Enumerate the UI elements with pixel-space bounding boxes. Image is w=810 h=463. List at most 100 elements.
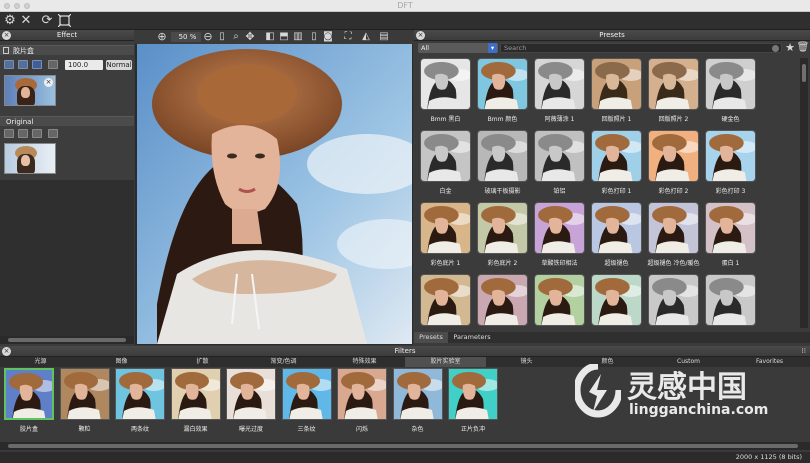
mask-icon[interactable] xyxy=(4,60,14,69)
export-icon[interactable]: ▤ xyxy=(377,30,391,44)
presets-scrollbar[interactable] xyxy=(800,58,808,328)
copy-icon[interactable] xyxy=(48,60,58,69)
layer-name-bar[interactable]: 胶片盒 xyxy=(0,45,134,55)
preset-item[interactable]: 彩色打印 3 xyxy=(703,130,758,200)
preset-item[interactable]: Bmm 黑白 xyxy=(418,58,473,128)
filter-category-tab[interactable]: 胶片实验室 xyxy=(405,357,486,367)
preset-item[interactable]: 硬金色 xyxy=(703,58,758,128)
preset-item[interactable]: 回版照片 2 xyxy=(646,58,701,128)
preset-item[interactable]: 超级褪色 冷色/暖色 xyxy=(646,202,701,272)
lightning-icon[interactable] xyxy=(32,60,42,69)
filter-category-tab[interactable]: 图像 xyxy=(81,357,162,367)
search-icon[interactable]: ⌕ xyxy=(229,30,243,44)
preset-thumbnail xyxy=(705,202,756,254)
preset-label: 彩色底片 1 xyxy=(430,260,461,267)
gear-icon[interactable]: ⚙ xyxy=(3,14,17,28)
pan-icon[interactable]: ✥ xyxy=(243,30,257,44)
preset-item[interactable]: 彩色底片 2 xyxy=(475,202,530,272)
zoom-field[interactable]: 50 % xyxy=(171,32,201,42)
monitor-icon xyxy=(18,129,28,138)
filter-item[interactable]: 三条纹 xyxy=(280,368,334,434)
preset-item[interactable]: Bmm 颜色 xyxy=(475,58,530,128)
filter-item[interactable]: 两条纹 xyxy=(113,368,167,434)
histogram-icon[interactable]: ◭ xyxy=(359,30,373,44)
star-icon[interactable]: ★ xyxy=(783,41,797,55)
preset-label: 阿薇薄涂 1 xyxy=(544,116,575,123)
preset-label: 超级褪色 冷色/暖色 xyxy=(647,260,700,267)
preset-item[interactable] xyxy=(646,274,701,328)
filter-label: 曝光过度 xyxy=(238,426,263,433)
original-thumbnail[interactable] xyxy=(4,143,56,174)
trash-icon[interactable]: 🗑 xyxy=(796,41,810,55)
filter-category-tab[interactable]: 镜头 xyxy=(486,357,567,367)
preset-item[interactable]: 彩色打印 2 xyxy=(646,130,701,200)
camera-icon[interactable]: ◙ xyxy=(321,30,335,44)
remove-layer-icon[interactable]: × xyxy=(44,78,53,87)
zoom-out-icon[interactable]: ⊖ xyxy=(201,30,215,44)
preset-item[interactable]: 回版照片 1 xyxy=(589,58,644,128)
tab-presets[interactable]: Presets xyxy=(414,332,448,343)
layer-thumbnail[interactable]: × xyxy=(4,75,56,106)
split-horizontal-icon[interactable]: ⬒ xyxy=(277,30,291,44)
filters-scrollbar[interactable] xyxy=(0,442,810,450)
filter-category-tab[interactable]: 扩散 xyxy=(162,357,243,367)
grid-view-icon[interactable]: ⁞⁞ xyxy=(802,346,806,357)
preset-item[interactable]: 白金 xyxy=(418,130,473,200)
close-icon[interactable]: × xyxy=(416,31,425,40)
scrollbar-knob[interactable] xyxy=(802,64,806,82)
effect-scrollbar[interactable] xyxy=(0,336,134,344)
preset-item[interactable] xyxy=(475,274,530,328)
preset-item[interactable] xyxy=(589,274,644,328)
preset-item[interactable]: 彩色打印 1 xyxy=(589,130,644,200)
filter-item[interactable]: 杂色 xyxy=(391,368,445,434)
preset-item[interactable] xyxy=(532,274,587,328)
scrollbar-knob[interactable] xyxy=(8,444,798,448)
blend-mode-select[interactable]: Normal xyxy=(106,60,132,70)
filter-item[interactable]: 颗粒 xyxy=(58,368,112,434)
refresh-icon[interactable]: ⟳ xyxy=(40,14,54,28)
filter-category-tab[interactable]: 渐变/色调 xyxy=(243,357,324,367)
actual-size-icon[interactable]: ▯ xyxy=(215,30,229,44)
filter-item[interactable]: 闪烁 xyxy=(335,368,389,434)
filter-item[interactable]: 正片负冲 xyxy=(446,368,500,434)
filter-label: 胶片盒 xyxy=(19,426,38,433)
close-icon[interactable]: × xyxy=(2,31,11,40)
watermark-url: lingganchina.com xyxy=(629,402,769,418)
tab-parameters[interactable]: Parameters xyxy=(450,332,494,343)
filter-item[interactable]: 曝光过度 xyxy=(224,368,278,434)
preset-item[interactable]: 草酸铁印相法 xyxy=(532,202,587,272)
side-by-side-icon[interactable]: ▥ xyxy=(291,30,305,44)
filter-item[interactable]: 漏白效果 xyxy=(169,368,223,434)
opacity-input[interactable]: 100.0 xyxy=(65,60,103,70)
preset-thumbnail xyxy=(648,202,699,254)
close-icon[interactable]: ✕ xyxy=(19,14,33,28)
filter-item[interactable]: 胶片盒 xyxy=(2,368,56,434)
filter-thumbnail xyxy=(226,368,276,420)
preset-thumbnail xyxy=(477,130,528,182)
fit-icon[interactable] xyxy=(57,13,71,28)
clear-search-icon[interactable] xyxy=(772,45,779,52)
crop-icon[interactable]: ⛶ xyxy=(341,30,355,44)
preset-item[interactable] xyxy=(703,274,758,328)
preset-item[interactable]: 阿薇薄涂 1 xyxy=(532,58,587,128)
close-icon[interactable]: × xyxy=(2,347,11,356)
page-icon[interactable]: ▯ xyxy=(307,30,321,44)
photo-canvas[interactable] xyxy=(137,44,412,344)
presets-grid: Bmm 黑白 Bmm 颜色 阿薇薄涂 1 回版照片 1 回版照片 2 硬金色 白… xyxy=(418,58,798,328)
search-input[interactable]: Search xyxy=(500,43,782,53)
split-vertical-icon[interactable]: ◧ xyxy=(263,30,277,44)
preset-item[interactable]: 超级褪色 xyxy=(589,202,644,272)
filter-category-tab[interactable]: 光源 xyxy=(0,357,81,367)
window-titlebar: DFT xyxy=(0,0,810,12)
preset-item[interactable]: 彩色底片 1 xyxy=(418,202,473,272)
monitor-icon[interactable] xyxy=(18,60,28,69)
zoom-in-icon[interactable]: ⊕ xyxy=(155,30,169,44)
status-bar: 2000 x 1125 (8 bits) xyxy=(0,452,810,463)
preset-item[interactable]: 铂铝 xyxy=(532,130,587,200)
preset-item[interactable] xyxy=(418,274,473,328)
preset-item[interactable]: 玻璃干板摄影 xyxy=(475,130,530,200)
filter-category-tab[interactable]: 特殊效果 xyxy=(324,357,405,367)
preset-item[interactable]: 蛋白 1 xyxy=(703,202,758,272)
scrollbar-knob[interactable] xyxy=(8,338,126,342)
category-select[interactable]: All ▾ xyxy=(418,43,498,53)
